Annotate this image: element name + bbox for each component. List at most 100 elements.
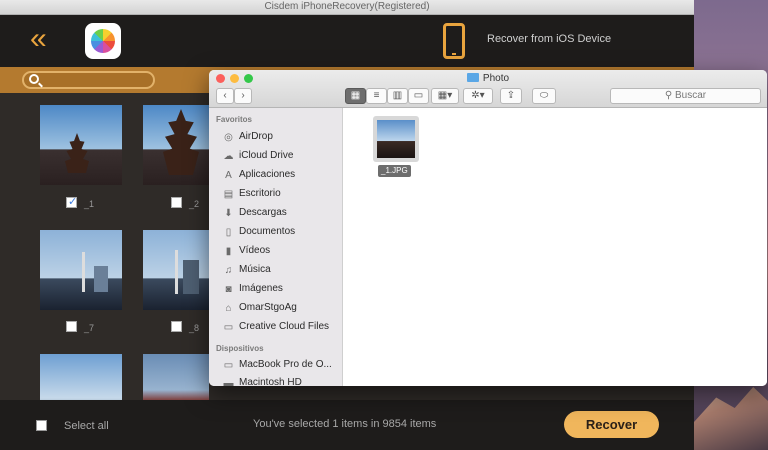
building-shape [183, 260, 199, 294]
share-button[interactable]: ⇪ [500, 88, 522, 104]
camera-icon: ◙ [225, 284, 232, 295]
sidebar-item-label: Imágenes [239, 283, 283, 294]
photos-app-icon [85, 23, 121, 59]
sidebar-item-macintosh-hd[interactable]: ▬ Macintosh HD [223, 374, 341, 386]
sidebar-item-label: Documentos [239, 226, 296, 237]
tags-button[interactable]: ⬭ [532, 88, 556, 104]
sidebar-item-label: Escritorio [239, 188, 281, 199]
music-icon: ♫ [224, 265, 233, 276]
finder-window: Photo ‹ › ▦ ≡ ▥ ▭ ▦▾ ✲▾ ⇪ ⬭ ⚲ Buscar Fav… [209, 70, 767, 386]
device-label: Recover from iOS Device [487, 33, 612, 45]
sidebar-item-escritorio[interactable]: ▤ Escritorio [223, 185, 341, 203]
action-button[interactable]: ✲▾ [463, 88, 493, 104]
document-icon: ▯ [225, 227, 232, 238]
sidebar-item-aplicaciones[interactable]: A Aplicaciones [223, 166, 341, 184]
back-button[interactable]: « [30, 22, 60, 55]
finder-title: Photo [209, 73, 767, 84]
view-columns-button[interactable]: ▥ [387, 88, 408, 104]
photo-thumb-3[interactable] [40, 230, 122, 310]
building-shape [94, 266, 108, 292]
home-icon: ⌂ [225, 303, 232, 314]
sidebar-item-label: Creative Cloud Files [239, 321, 330, 332]
sidebar-item-macbook[interactable]: ▭ MacBook Pro de O... [223, 356, 341, 374]
sidebar-item-airdrop[interactable]: ◎ AirDrop [223, 128, 341, 146]
sidebar-item-videos[interactable]: ▮ Vídeos [223, 242, 341, 260]
photo-thumb-5[interactable] [40, 354, 122, 400]
photo-thumb-4[interactable] [143, 230, 209, 310]
sidebar-item-label: iCloud Drive [239, 150, 294, 161]
favorites-header: Favoritos [216, 115, 253, 124]
share-icon: ⇪ [506, 90, 516, 101]
sidebar-item-documentos[interactable]: ▯ Documentos [223, 223, 341, 241]
sidebar-item-creative-cloud[interactable]: ▭ Creative Cloud Files [223, 318, 341, 336]
app-header: « Recover from iOS Device [0, 15, 694, 67]
sidebar-item-label: Música [239, 264, 271, 275]
photo-checkbox-3[interactable] [66, 321, 77, 332]
nav-back-button[interactable]: ‹ [216, 88, 234, 104]
photo-label-3: _7 [84, 323, 95, 333]
search-input[interactable] [22, 71, 155, 89]
columns-view-icon: ▥ [392, 90, 403, 101]
photo-label-2: _2 [189, 199, 200, 209]
photo-thumb-2[interactable] [143, 105, 209, 185]
recover-button[interactable]: Recover [564, 411, 659, 438]
finder-content: _1.JPG [344, 108, 767, 386]
sidebar-item-label: AirDrop [239, 131, 273, 142]
pagoda-shape [65, 133, 89, 173]
airdrop-icon: ◎ [224, 132, 233, 143]
app-title: Cisdem iPhoneRecovery(Registered) [264, 1, 430, 12]
sidebar-item-icloud-drive[interactable]: ☁ iCloud Drive [223, 147, 341, 165]
photo-thumb-1[interactable] [40, 105, 122, 185]
gear-icon: ✲▾ [471, 90, 485, 101]
chevron-left-icon: ‹ [223, 90, 227, 101]
search-icon: ⚲ [664, 90, 675, 101]
nav-forward-button[interactable]: › [234, 88, 252, 104]
search-icon [29, 74, 39, 84]
pagoda-shape [163, 109, 199, 175]
footer-bar: Select all You've selected 1 items in 98… [0, 400, 694, 450]
tower-shape [82, 252, 85, 292]
photo-checkbox-4[interactable] [171, 321, 182, 332]
selection-status: You've selected 1 items in 9854 items [253, 418, 437, 430]
file-name-label[interactable]: _1.JPG [378, 165, 411, 177]
finder-title-text: Photo [482, 73, 510, 84]
sidebar-item-home[interactable]: ⌂ OmarStgoAg [223, 299, 341, 317]
photo-label-1: _1 [84, 199, 95, 209]
photo-checkbox-2[interactable] [171, 197, 182, 208]
disk-icon: ▬ [223, 378, 234, 386]
sidebar-item-label: OmarStgoAg [239, 302, 297, 313]
photo-thumb-6[interactable] [143, 354, 209, 400]
sidebar-item-label: Descargas [239, 207, 287, 218]
view-icons-button[interactable]: ▦ [345, 88, 366, 104]
cover-flow-icon: ▭ [413, 90, 424, 101]
sidebar-item-label: Vídeos [239, 245, 271, 256]
list-view-icon: ≡ [373, 90, 380, 101]
download-icon: ⬇ [224, 208, 233, 219]
select-all-checkbox[interactable] [36, 420, 47, 431]
tower-shape [175, 250, 178, 294]
search-placeholder: Buscar [674, 90, 707, 101]
view-list-button[interactable]: ≡ [366, 88, 387, 104]
applications-icon: A [225, 170, 232, 181]
sidebar-item-imagenes[interactable]: ◙ Imágenes [223, 280, 341, 298]
view-cover-flow-button[interactable]: ▭ [408, 88, 429, 104]
grid-view-icon: ▦ [350, 90, 361, 101]
app-titlebar: Cisdem iPhoneRecovery(Registered) [0, 0, 694, 15]
file-thumbnail[interactable] [373, 116, 419, 162]
sidebar-item-musica[interactable]: ♫ Música [223, 261, 341, 279]
tag-icon: ⬭ [539, 90, 549, 101]
select-all-label: Select all [64, 420, 109, 432]
film-icon: ▮ [225, 246, 232, 257]
arrange-button[interactable]: ▦▾ [431, 88, 459, 104]
finder-sidebar: Favoritos ◎ AirDrop ☁ iCloud Drive A Aplica… [209, 108, 343, 386]
double-chevron-left-icon: « [30, 22, 47, 55]
chevron-right-icon: › [241, 90, 245, 101]
photo-checkbox-1[interactable] [66, 195, 77, 208]
sidebar-item-descargas[interactable]: ⬇ Descargas [223, 204, 341, 222]
iphone-icon [443, 23, 465, 59]
finder-toolbar: Photo ‹ › ▦ ≡ ▥ ▭ ▦▾ ✲▾ ⇪ ⬭ ⚲ Buscar [209, 70, 767, 108]
arrange-icon: ▦▾ [437, 90, 453, 101]
desktop-icon: ▤ [223, 189, 234, 200]
devices-header: Dispositivos [216, 344, 264, 353]
finder-search-field[interactable]: ⚲ Buscar [610, 88, 761, 104]
